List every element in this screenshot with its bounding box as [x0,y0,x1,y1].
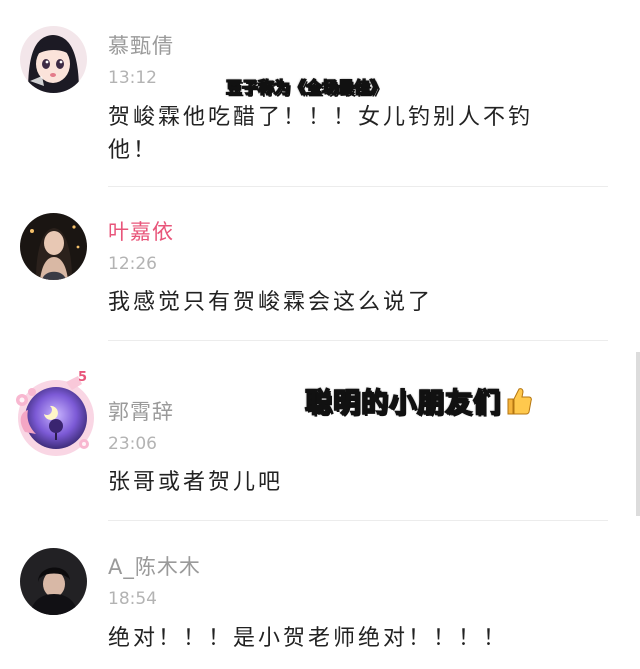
comment-content: 贺峻霖他吃醋了！！！女儿钓别人不钓他！ [108,105,534,163]
divider [108,186,608,187]
comment-username[interactable]: 郭霄辞 [108,396,174,426]
comment-content: 绝对！！！是小贺老师绝对！！！！ [108,626,509,651]
comment-time: 23:06 [108,434,157,454]
comment-username[interactable]: A_陈木木 [108,551,201,581]
avatar[interactable] [20,26,87,93]
video-caption-highlight: 聪明的小朋友们 [304,381,533,420]
comment-item: 叶嘉依 12:26 我感觉只有贺峻霖会这么说了 [0,190,640,342]
comment-content: 我感觉只有贺峻霖会这么说了 [108,290,434,315]
comment-item: A_陈木木 18:54 绝对！！！是小贺老师绝对！！！！ [0,520,640,669]
comment-time: 13:12 [108,68,157,88]
level-badge: 5 [78,370,88,385]
caption-text: 聪明的小朋友们 [304,387,501,420]
comment-time: 12:26 [108,254,157,274]
comment-time: 18:54 [108,589,157,609]
comment-item: 5 郭霄辞 23:06 张哥或者贺儿吧 [0,342,640,521]
comment-username[interactable]: 慕甄倩 [108,30,174,60]
comment-content: 张哥或者贺儿吧 [108,470,284,495]
scrollbar[interactable] [636,352,640,516]
avatar[interactable] [20,548,87,615]
comment-username[interactable]: 叶嘉依 [108,216,174,246]
divider [108,340,608,341]
avatar[interactable] [20,213,87,280]
video-caption: 豆子称为《全场最佳》 [225,77,387,98]
comment-list: 慕甄倩 13:12 贺峻霖他吃醋了！！！女儿钓别人不钓他！ 叶嘉依 12:26 … [0,0,640,669]
thumbs-up-emoji-icon [505,386,533,416]
